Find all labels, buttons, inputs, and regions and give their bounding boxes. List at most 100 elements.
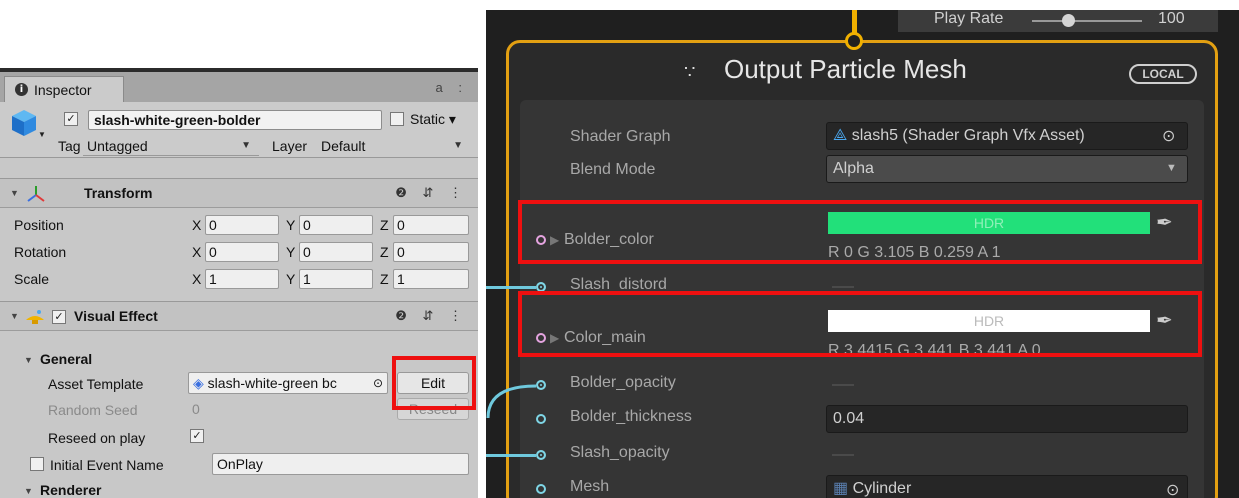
rotation-y-label[interactable]: Y — [286, 244, 295, 260]
position-y-label[interactable]: Y — [286, 217, 295, 233]
vfx-graph-canvas[interactable]: Play Rate 100 ∵ Output Particle Mesh LOC… — [486, 10, 1239, 498]
slash-distord-wire — [486, 286, 536, 289]
transform-header[interactable]: ▼ Transform ❷ ⇵ ⋮ — [0, 178, 478, 208]
position-y-field[interactable]: 0 — [299, 215, 373, 235]
transform-title: Transform — [84, 185, 153, 201]
rotation-x-field[interactable]: 0 — [205, 242, 279, 262]
tag-label: Tag — [58, 138, 81, 154]
component-tools-icon[interactable]: ❷ ⇵ ⋮ — [395, 185, 468, 201]
slash-opacity-wire — [486, 454, 536, 457]
active-checkbox[interactable]: ✓ — [64, 112, 78, 126]
mesh-asset-icon: ▦ — [833, 480, 849, 497]
static-dropdown[interactable]: Static ▾ — [410, 111, 456, 128]
scale-x-field[interactable]: 1 — [205, 269, 279, 289]
initial-event-label: Initial Event Name — [50, 457, 164, 473]
asset-template-label: Asset Template — [48, 376, 144, 392]
foldout-arrow-icon[interactable]: ▼ — [10, 311, 19, 321]
general-section-label[interactable]: General — [40, 351, 92, 367]
object-picker-icon[interactable]: ⊙ — [373, 373, 383, 393]
slash-opacity-connected-indicator — [832, 454, 854, 456]
scale-z-label[interactable]: Z — [380, 271, 389, 287]
lock-menu-icon[interactable]: a : — [436, 80, 468, 95]
bolder-thickness-input[interactable]: 0.04 — [826, 405, 1188, 433]
layer-label: Layer — [272, 138, 308, 154]
context-title: Output Particle Mesh — [724, 54, 967, 84]
scale-z-field[interactable]: 1 — [393, 269, 469, 289]
initial-event-input[interactable]: OnPlay — [212, 453, 469, 475]
bolder-opacity-connected-indicator — [832, 384, 854, 386]
blend-mode-value: Alpha — [833, 160, 874, 177]
icon-dropdown-arrow-icon[interactable]: ▼ — [38, 130, 46, 139]
foldout-arrow-icon[interactable]: ▼ — [10, 188, 19, 198]
bolder-opacity-wire — [486, 384, 537, 419]
scale-y-field[interactable]: 1 — [299, 269, 373, 289]
visual-effect-header[interactable]: ▼ ✓ Visual Effect ❷ ⇵ ⋮ — [0, 301, 478, 331]
position-z-field[interactable]: 0 — [393, 215, 469, 235]
tag-value: Untagged — [87, 138, 148, 154]
slash-distord-connected-indicator — [832, 286, 854, 288]
object-picker-icon[interactable]: ⊙ — [1162, 126, 1175, 146]
shader-graph-field[interactable]: ⟁ slash5 (Shader Graph Vfx Asset) — [826, 122, 1188, 150]
rotation-y-field[interactable]: 0 — [299, 242, 373, 262]
bolder-opacity-label: Bolder_opacity — [570, 374, 676, 391]
random-seed-field: 0 — [192, 401, 200, 417]
transform-axes-icon — [27, 186, 45, 202]
play-rate-slider[interactable] — [1032, 20, 1142, 22]
shader-graph-label: Shader Graph — [570, 128, 671, 145]
rotation-x-label[interactable]: X — [192, 244, 201, 260]
flow-input-port[interactable] — [845, 32, 863, 50]
bolder-thickness-label: Bolder_thickness — [570, 408, 692, 425]
visual-effect-icon — [26, 310, 44, 324]
gameobject-name-input[interactable]: slash-white-green-bolder — [88, 110, 382, 130]
play-rate-value[interactable]: 100 — [1158, 10, 1185, 28]
layer-dropdown[interactable]: Default ▼ — [317, 136, 471, 156]
shader-graph-asset-icon: ⟁ — [833, 127, 848, 144]
play-rate-slider-handle[interactable] — [1061, 14, 1075, 27]
color-main-highlight-box — [518, 291, 1202, 357]
scale-y-label[interactable]: Y — [286, 271, 295, 287]
foldout-arrow-icon[interactable]: ▼ — [24, 486, 33, 496]
mesh-port[interactable] — [536, 484, 546, 494]
layer-value: Default — [321, 138, 366, 154]
chevron-down-icon: ▼ — [1166, 162, 1177, 174]
blend-mode-label: Blend Mode — [570, 161, 656, 178]
asset-template-value: slash-white-green bc — [207, 375, 337, 391]
graph-top-margin — [486, 0, 1239, 10]
position-z-label[interactable]: Z — [380, 217, 389, 233]
blend-mode-dropdown[interactable]: Alpha — [826, 155, 1188, 183]
position-x-label[interactable]: X — [192, 217, 201, 233]
tab-inspector-label: Inspector — [34, 81, 92, 98]
object-picker-icon[interactable]: ⊙ — [1166, 480, 1179, 498]
component-tools-icon[interactable]: ❷ ⇵ ⋮ — [395, 308, 468, 324]
bolder-color-highlight-box — [518, 200, 1202, 264]
rotation-label: Rotation — [14, 244, 67, 260]
mesh-field[interactable]: ▦ Cylinder — [826, 475, 1188, 498]
asset-template-field[interactable]: ◈ slash-white-green bc ⊙ — [188, 372, 388, 394]
position-label: Position — [14, 217, 64, 233]
renderer-section-label[interactable]: Renderer — [40, 482, 101, 498]
chevron-down-icon: ▼ — [453, 140, 463, 151]
foldout-arrow-icon[interactable]: ▼ — [24, 355, 33, 365]
gameobject-cube-icon[interactable] — [10, 108, 38, 138]
slash-opacity-port[interactable] — [536, 450, 546, 460]
tab-inspector[interactable]: i Inspector — [4, 76, 124, 102]
visual-effect-enabled-checkbox[interactable]: ✓ — [52, 310, 66, 324]
local-space-badge[interactable]: LOCAL — [1129, 64, 1197, 84]
shader-graph-value: slash5 (Shader Graph Vfx Asset) — [851, 127, 1085, 144]
rotation-z-label[interactable]: Z — [380, 244, 389, 260]
scale-x-label[interactable]: X — [192, 271, 201, 287]
inspector-panel: i Inspector a : ▼ ✓ slash-white-green-bo… — [0, 68, 478, 498]
reseed-on-play-label: Reseed on play — [48, 430, 146, 446]
random-seed-label: Random Seed — [48, 402, 138, 418]
chevron-down-icon: ▼ — [241, 140, 251, 151]
reseed-on-play-checkbox[interactable]: ✓ — [190, 429, 204, 443]
position-x-field[interactable]: 0 — [205, 215, 279, 235]
visual-effect-title: Visual Effect — [74, 308, 158, 324]
gameobject-header: ▼ ✓ slash-white-green-bolder Static ▾ Ta… — [0, 102, 478, 158]
play-rate-label: Play Rate — [934, 10, 1004, 27]
initial-event-checkbox[interactable] — [30, 457, 44, 471]
rotation-z-field[interactable]: 0 — [393, 242, 469, 262]
static-checkbox[interactable] — [390, 112, 404, 126]
vfx-asset-icon: ◈ — [193, 375, 204, 391]
tag-dropdown[interactable]: Untagged ▼ — [83, 136, 259, 156]
